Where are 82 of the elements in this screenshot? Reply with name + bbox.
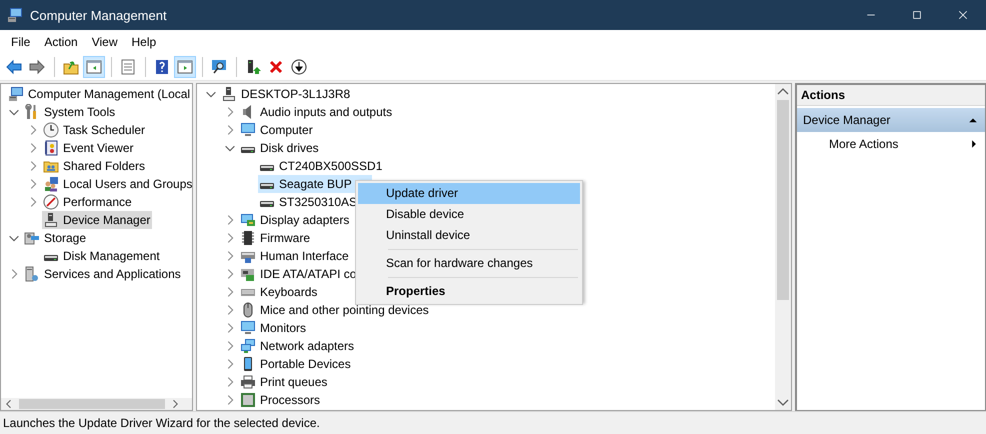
tree-item[interactable]: Firmware (239, 229, 312, 247)
menu-item[interactable]: Disable device (358, 204, 580, 225)
panel-left-icon (86, 59, 102, 75)
menu-item[interactable]: Action (37, 32, 85, 52)
monitor-search-icon[interactable] (211, 59, 227, 75)
scrollbar[interactable] (775, 84, 791, 410)
notebook-icon (43, 140, 59, 156)
tree-item[interactable]: Computer Management (Local (7, 85, 192, 103)
action-link[interactable]: More Actions (797, 132, 985, 156)
status-text: Launches the Update Driver Wizard for the selected device. (3, 416, 320, 430)
tree-item[interactable]: Keyboards (239, 283, 320, 301)
monitor-icon (240, 122, 256, 138)
drive-icon (240, 147, 256, 153)
scrollbar[interactable] (1, 398, 192, 410)
tree-item[interactable]: ST3250310AS (258, 193, 360, 211)
download-icon[interactable] (291, 59, 307, 75)
tree-item[interactable]: Human Interface (239, 247, 351, 265)
tree-item[interactable]: Shared Folders (42, 157, 148, 175)
tree-item[interactable]: Audio inputs and outputs (239, 103, 394, 121)
tree-item[interactable]: Network adapters (239, 337, 356, 355)
window-title: Computer Management (30, 8, 168, 22)
section-header[interactable]: Device Manager (797, 108, 985, 132)
clock-icon (43, 122, 59, 138)
help-icon[interactable] (154, 59, 170, 75)
computer-icon (7, 7, 23, 23)
tower-icon (221, 86, 237, 102)
menu-item[interactable]: Uninstall device (358, 225, 580, 246)
display-card-icon (240, 212, 256, 228)
menu-item[interactable]: View (84, 32, 124, 52)
tower-icon (43, 212, 59, 228)
tree-item[interactable]: Performance (42, 193, 134, 211)
device-up-icon[interactable] (245, 59, 261, 75)
card-icon (240, 266, 256, 282)
section-title: Device Manager (803, 113, 892, 127)
menu-item[interactable]: Update driver (358, 183, 580, 204)
menu-item[interactable]: File (4, 32, 38, 52)
tree-item[interactable]: DESKTOP-3L1J3R8 (220, 85, 352, 103)
forward-icon[interactable] (29, 59, 45, 75)
menu-item[interactable]: Help (124, 32, 164, 52)
processor-icon (240, 392, 256, 408)
tree-item[interactable]: Storage (23, 229, 88, 247)
server-icon (24, 266, 40, 282)
tree-item[interactable]: Event Viewer (42, 139, 136, 157)
drive-icon (43, 255, 59, 261)
tree-item[interactable]: Disk drives (239, 139, 321, 157)
tree-item[interactable]: Portable Devices (239, 355, 353, 373)
toggle-button[interactable] (174, 56, 196, 78)
tree-item[interactable]: System Tools (23, 103, 118, 121)
menu-item[interactable]: Properties (358, 281, 580, 302)
delete-icon[interactable] (268, 59, 284, 75)
tree-item[interactable]: Local Users and Groups (42, 175, 192, 193)
folder-up-icon[interactable] (63, 59, 79, 75)
list-icon[interactable] (120, 59, 136, 75)
scroll-thumb[interactable] (19, 399, 165, 409)
tree-item[interactable]: Processors (239, 391, 322, 409)
tree-item[interactable]: CT240BX500SSD1 (258, 157, 384, 175)
printer-icon (240, 374, 256, 390)
tree-item[interactable]: Task Scheduler (42, 121, 148, 139)
computer-icon (8, 86, 24, 102)
back-icon[interactable] (6, 59, 22, 75)
gauge-icon (43, 194, 59, 210)
drive-icon (259, 183, 275, 189)
drive-icon (259, 201, 275, 207)
pane-title: Actions (797, 85, 985, 106)
tree-item[interactable]: Computer (239, 121, 315, 139)
toggle-button[interactable] (83, 56, 105, 78)
users-icon (43, 176, 59, 192)
tree-item[interactable]: Monitors (239, 319, 308, 337)
drive-icon (259, 165, 275, 171)
tree-item[interactable]: Print queues (239, 373, 330, 391)
monitor-icon (240, 320, 256, 336)
network-icon (240, 338, 256, 354)
scroll-thumb[interactable] (777, 100, 789, 300)
tree-item[interactable]: Mice and other pointing devices (239, 301, 431, 319)
menu-item[interactable]: Scan for hardware changes (358, 253, 580, 274)
tree-item[interactable]: Disk Management (42, 247, 162, 265)
tree-item[interactable]: Device Manager (42, 211, 152, 229)
tree-item[interactable]: Display adapters (239, 211, 352, 229)
tree-item[interactable]: Services and Applications (23, 265, 183, 283)
chip-icon (240, 230, 256, 246)
panel-right-icon (177, 59, 193, 75)
storage-icon (24, 230, 40, 246)
